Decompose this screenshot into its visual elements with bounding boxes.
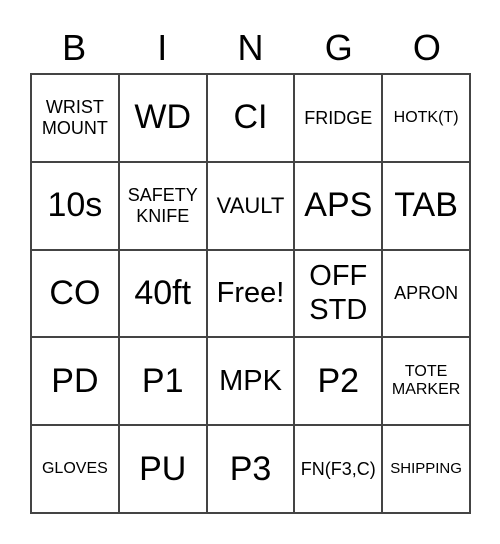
bingo-cell[interactable]: P1 <box>118 337 207 426</box>
bingo-cell[interactable]: PD <box>31 337 119 426</box>
free-space[interactable]: Free! <box>206 249 295 338</box>
bingo-cell[interactable]: WD <box>118 74 207 162</box>
bingo-cell[interactable]: FRIDGE <box>294 74 383 162</box>
bingo-header: B I N G O <box>30 22 471 74</box>
bingo-cell[interactable]: SHIPPING <box>382 425 470 513</box>
bingo-cell[interactable]: WRIST MOUNT <box>31 74 119 162</box>
bingo-grid: WRIST MOUNT WD CI FRIDGE HOTK(T) 10s SAF… <box>30 73 471 514</box>
bingo-cell[interactable]: GLOVES <box>31 425 119 513</box>
header-letter-g: G <box>324 27 353 68</box>
bingo-cell[interactable]: HOTK(T) <box>382 74 470 162</box>
bingo-cell[interactable]: VAULT <box>206 161 295 250</box>
bingo-cell[interactable]: APS <box>294 161 383 250</box>
bingo-cell[interactable]: CI <box>206 74 295 162</box>
bingo-cell[interactable]: FN(F3,C) <box>294 425 383 513</box>
bingo-cell[interactable]: TOTE MARKER <box>382 337 470 426</box>
header-letter-b: B <box>62 27 87 68</box>
bingo-cell[interactable]: SAFETY KNIFE <box>118 161 207 250</box>
bingo-cell[interactable]: PU <box>118 425 207 513</box>
bingo-cell[interactable]: APRON <box>382 249 470 338</box>
bingo-cell[interactable]: TAB <box>382 161 470 250</box>
bingo-cell[interactable]: 10s <box>31 161 119 250</box>
header-letter-n: N <box>237 27 264 68</box>
header-letter-i: I <box>157 27 168 68</box>
bingo-cell[interactable]: P2 <box>294 337 383 426</box>
header-letter-o: O <box>412 27 441 68</box>
bingo-cell[interactable]: OFF STD <box>294 249 383 338</box>
bingo-cell[interactable]: 40ft <box>118 249 207 338</box>
bingo-cell[interactable]: CO <box>31 249 119 338</box>
bingo-cell[interactable]: MPK <box>206 337 295 426</box>
bingo-cell[interactable]: P3 <box>206 425 295 513</box>
